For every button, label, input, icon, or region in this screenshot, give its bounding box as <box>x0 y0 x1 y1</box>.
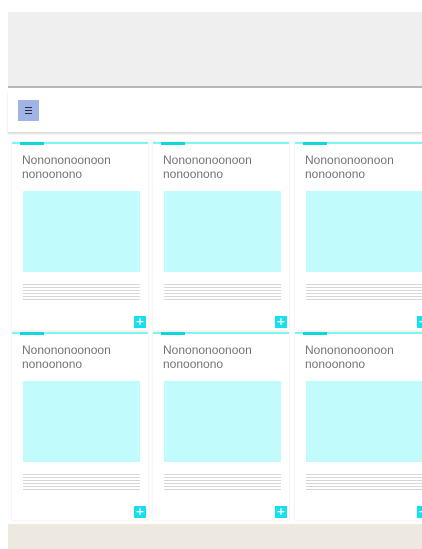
card-text-placeholder <box>23 474 140 492</box>
add-button[interactable]: + <box>417 506 422 518</box>
card-accent <box>303 332 327 335</box>
card-text-placeholder <box>164 284 281 302</box>
card-title: Nonononoonoon nonoonono <box>22 153 111 181</box>
menu-button[interactable] <box>18 100 39 121</box>
card-accent <box>20 332 44 335</box>
card-text-placeholder <box>306 284 422 302</box>
card-accent <box>161 142 185 145</box>
card-title: Nonononoonoon nonoonono <box>305 343 394 371</box>
card-grid: Nonononoonoon nonoonono + Nonononoonoon … <box>12 142 422 522</box>
card-thumbnail <box>164 191 281 272</box>
card-accent <box>161 332 185 335</box>
add-button[interactable]: + <box>134 316 146 328</box>
page: Nonononoonoon nonoonono + Nonononoonoon … <box>0 0 422 549</box>
hamburger-menu-icon <box>25 106 32 109</box>
card-accent <box>303 142 327 145</box>
card-title: Nonononoonoon nonoonono <box>163 153 252 181</box>
card[interactable]: Nonononoonoon nonoonono + <box>153 332 289 520</box>
add-button[interactable]: + <box>134 506 146 518</box>
header-bar <box>8 12 422 88</box>
card-thumbnail <box>23 381 140 462</box>
card-text-placeholder <box>23 284 140 302</box>
card[interactable]: Nonononoonoon nonoonono + <box>295 332 422 520</box>
card[interactable]: Nonononoonoon nonoonono + <box>153 142 289 330</box>
card-title: Nonononoonoon nonoonono <box>163 343 252 371</box>
card-thumbnail <box>164 381 281 462</box>
add-button[interactable]: + <box>275 316 287 328</box>
card[interactable]: Nonononoonoon nonoonono + <box>12 332 148 520</box>
card[interactable]: Nonononoonoon nonoonono + <box>295 142 422 330</box>
card-thumbnail <box>306 191 422 272</box>
card-title: Nonononoonoon nonoonono <box>22 343 111 371</box>
footer-bar <box>8 524 422 549</box>
add-button[interactable]: + <box>417 316 422 328</box>
card[interactable]: Nonononoonoon nonoonono + <box>12 142 148 330</box>
card-text-placeholder <box>164 474 281 492</box>
add-button[interactable]: + <box>275 506 287 518</box>
card-text-placeholder <box>306 474 422 492</box>
toolbar <box>8 92 422 133</box>
card-title: Nonononoonoon nonoonono <box>305 153 394 181</box>
card-accent <box>20 142 44 145</box>
card-thumbnail <box>306 381 422 462</box>
card-thumbnail <box>23 191 140 272</box>
